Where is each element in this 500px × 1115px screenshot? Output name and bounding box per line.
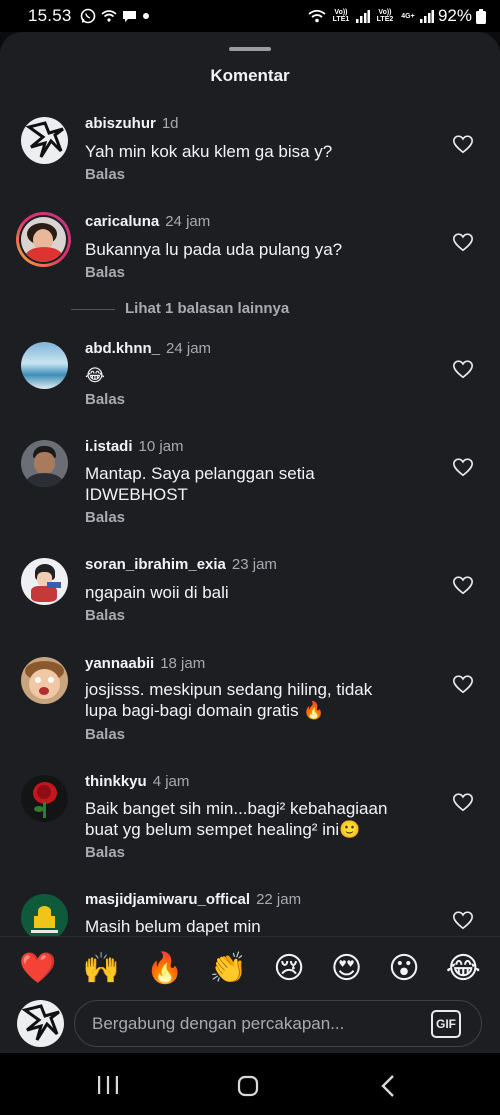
like-heart-icon[interactable] [452,231,474,253]
status-bar: 15.53 Vo)) LTE1 Vo)) LTE2 4G+ 92% [0,0,500,32]
comment-username[interactable]: caricaluna [85,213,159,230]
emoji-fire[interactable]: 🔥 [146,951,183,986]
comment-time: 24 jam [165,213,211,230]
comment-text: Yah min kok aku klem ga bisa y? [85,142,333,161]
battery-icon [476,8,486,24]
like-heart-icon[interactable] [452,791,474,813]
comment-username[interactable]: yannaabii [85,655,154,672]
like-heart-icon[interactable] [452,673,474,695]
reply-button[interactable]: Balas [85,509,125,526]
emoji-heart-eyes[interactable]: 😍 [331,951,362,986]
notification-dot-icon [142,13,149,19]
avatar[interactable] [21,894,68,941]
comment-text: 😂 [85,366,105,386]
avatar[interactable] [16,212,71,267]
reply-button[interactable]: Balas [85,391,125,408]
like-heart-icon[interactable] [452,133,474,155]
drag-handle[interactable] [229,47,271,51]
emoji-raising-hands[interactable]: 🙌 [83,951,120,986]
message-icon [122,11,136,22]
comments-sheet: Komentar abiszuhur 1d Yah min kok aku kle… [0,32,500,1053]
emoji-clapping[interactable]: 👏 [210,951,247,986]
sim2-label: Vo)) LTE2 [376,9,394,23]
comment-input-placeholder: Bergabung dengan percakapan... [92,1014,345,1033]
status-time: 15.53 [28,6,72,25]
avatar[interactable] [21,558,68,605]
emoji-laughing[interactable]: 😂 [446,951,481,986]
wifi-icon [308,9,326,23]
comment-username[interactable]: abiszuhur [85,115,156,132]
comment-time: 24 jam [166,340,212,357]
network-type: 4G+ [401,12,415,20]
like-heart-icon[interactable] [452,574,474,596]
avatar[interactable] [21,657,68,704]
sim1-label: Vo)) LTE1 [332,9,350,23]
comment-username[interactable]: soran_ibrahim_exia [85,556,226,573]
comment-text: Mantap. Saya pelanggan setia IDWEBHOST [85,464,315,504]
gif-button[interactable]: GIF [431,1010,461,1038]
comment-text: ngapain woii di bali [85,583,229,602]
comment-username[interactable]: abd.khnn_ [85,340,160,357]
signal-icon [419,9,434,23]
comment-text: Baik banget sih min...bagi² kebahagiaan … [85,799,388,839]
reply-button[interactable]: Balas [85,166,125,183]
back-icon[interactable] [380,1074,396,1098]
comment-input[interactable]: Bergabung dengan percakapan... GIF [74,1000,482,1047]
comment-time: 18 jam [160,655,206,672]
comment-time: 4 jam [152,773,190,790]
emoji-heart[interactable]: ❤️ [19,951,56,986]
reply-button[interactable]: Balas [85,844,125,861]
reply-button[interactable]: Balas [85,726,125,743]
avatar[interactable] [21,117,68,164]
comment-username[interactable]: thinkkyu [85,773,147,790]
avatar[interactable] [21,342,68,389]
avatar[interactable] [21,775,68,822]
like-heart-icon[interactable] [452,456,474,478]
avatar[interactable] [21,440,68,487]
reply-button[interactable]: Balas [85,607,125,624]
navigation-bar [0,1053,500,1115]
comment-time: 22 jam [256,891,302,908]
comment-text: Bukannya lu pada uda pulang ya? [85,240,343,259]
comment-time: 23 jam [231,556,277,573]
like-heart-icon[interactable] [452,358,474,380]
divider-line [71,309,115,310]
comment-text: Masih belum dapet min [85,917,261,936]
emoji-reaction-bar: ❤️ 🙌 🔥 👏 😢 😍 😮 😂 [0,936,500,1000]
whatsapp-icon [80,8,95,24]
like-heart-icon[interactable] [452,909,474,931]
emoji-surprised[interactable]: 😮 [388,951,419,986]
reply-button[interactable]: Balas [85,264,125,281]
signal-icon [355,9,370,23]
own-avatar [17,1000,64,1047]
comment-time: 10 jam [138,438,184,455]
view-more-replies-label[interactable]: Lihat 1 balasan lainnya [125,300,289,317]
home-icon[interactable] [237,1075,259,1097]
comment-composer: Bergabung dengan percakapan... GIF [0,1000,500,1053]
battery-level: 92% [437,6,472,25]
comment-time: 1d [161,115,179,132]
wifi-status-icon [101,10,117,22]
sheet-title: Komentar [210,66,290,85]
comment-username[interactable]: i.istadi [85,438,133,455]
recent-apps-icon[interactable] [97,1075,119,1095]
comment-username[interactable]: masjidjamiwaru_offical [85,891,250,908]
emoji-crying[interactable]: 😢 [273,951,304,986]
comment-text: josjisss. meskipun sedang hiling, tidak … [85,680,373,720]
view-more-replies[interactable]: Lihat 1 balasan lainnya [0,300,500,320]
